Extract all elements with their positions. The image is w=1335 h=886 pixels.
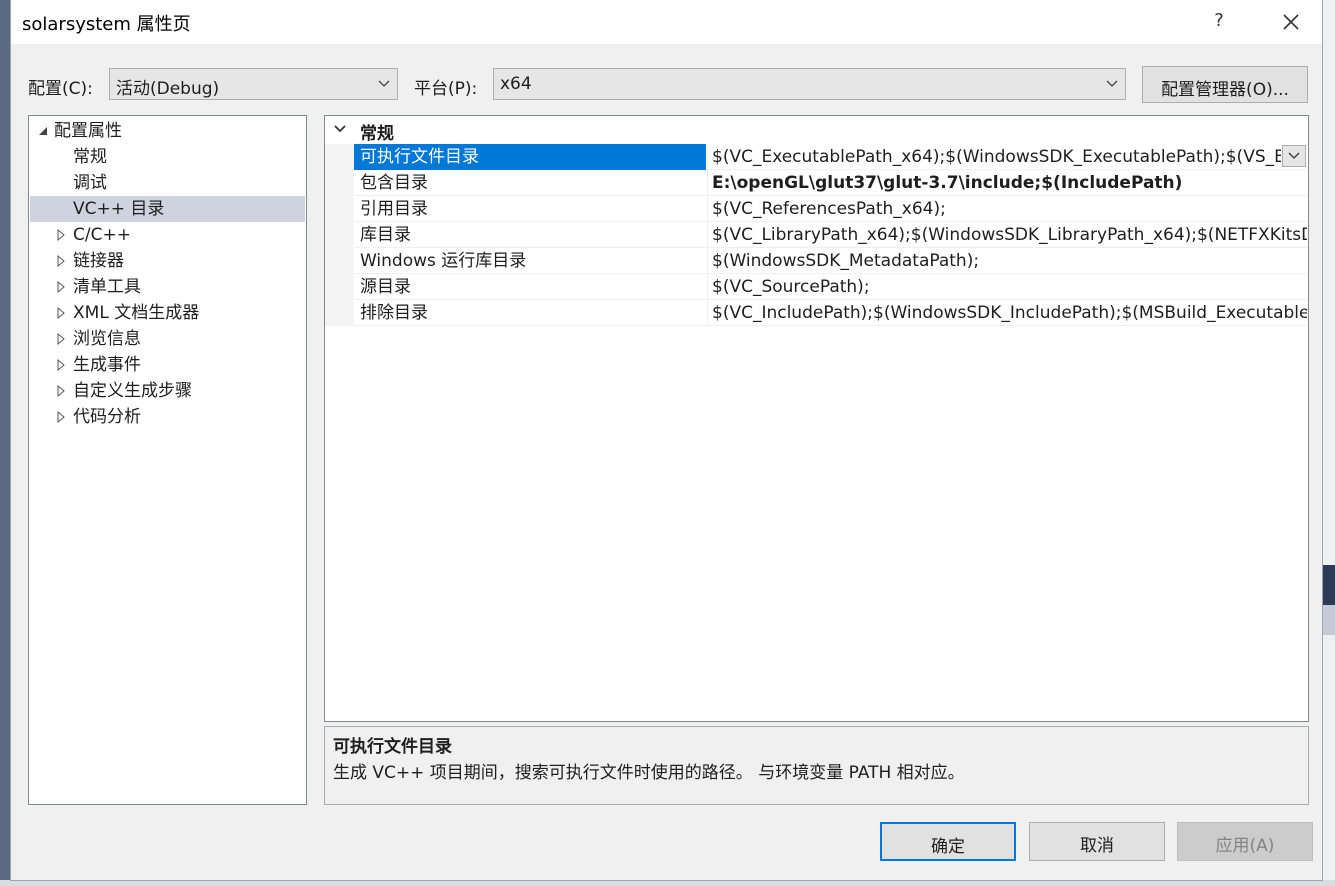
collapse-triangle-icon <box>39 127 47 135</box>
config-select-value: 活动(Debug) <box>116 79 220 99</box>
property-row: 包含目录 E:\openGL\glut37\glut-3.7\include;$… <box>325 170 1308 196</box>
property-row: 源目录 $(VC_SourcePath); <box>325 274 1308 300</box>
property-group-title: 常规 <box>360 124 394 144</box>
property-value[interactable]: $(VC_IncludePath);$(WindowsSDK_IncludePa… <box>707 300 1307 326</box>
property-name[interactable]: 引用目录 <box>354 196 706 222</box>
platform-select-value: x64 <box>500 74 532 94</box>
apply-button[interactable]: 应用(A) <box>1177 822 1313 861</box>
property-name[interactable]: Windows 运行库目录 <box>354 248 706 274</box>
description-text: 生成 VC++ 项目期间，搜索可执行文件时使用的路径。 与环境变量 PATH 相… <box>333 763 965 783</box>
property-row: 引用目录 $(VC_ReferencesPath_x64); <box>325 196 1308 222</box>
property-name[interactable]: 包含目录 <box>354 170 706 196</box>
property-name[interactable]: 可执行文件目录 <box>354 144 706 170</box>
background-window-edge-bottom <box>0 880 1335 886</box>
tree-item-label: 自定义生成步骤 <box>73 381 192 401</box>
tree-item-label: 链接器 <box>73 251 124 271</box>
property-value[interactable]: $(WindowsSDK_MetadataPath); <box>707 248 1307 274</box>
expand-triangle-icon <box>57 333 65 345</box>
tree-root-label: 配置属性 <box>54 121 122 141</box>
tree-item-custom-build-step[interactable]: 自定义生成步骤 <box>29 378 306 404</box>
tree-item-code-analysis[interactable]: 代码分析 <box>29 404 306 430</box>
description-title: 可执行文件目录 <box>333 737 452 757</box>
property-name[interactable]: 排除目录 <box>354 300 706 326</box>
tree-item-debugging[interactable]: 调试 <box>29 170 306 196</box>
close-button[interactable] <box>1275 6 1307 38</box>
background-window-edge <box>1322 0 1335 886</box>
apply-button-label: 应用(A) <box>1215 836 1275 856</box>
close-icon <box>1283 14 1299 30</box>
property-row: 库目录 $(VC_LibraryPath_x64);$(WindowsSDK_L… <box>325 222 1308 248</box>
ok-button-label: 确定 <box>931 837 965 857</box>
chevron-down-icon <box>378 80 390 87</box>
expand-triangle-icon <box>57 411 65 423</box>
property-name[interactable]: 源目录 <box>354 274 706 300</box>
property-value[interactable]: $(VC_LibraryPath_x64);$(WindowsSDK_Libra… <box>707 222 1307 248</box>
tree-item-build-events[interactable]: 生成事件 <box>29 352 306 378</box>
platform-label: 平台(P): <box>414 79 478 99</box>
property-tree: 配置属性 常规 调试 VC++ 目录 C/C++ 链接器 清单工具 XML 文档… <box>28 115 307 805</box>
tree-item-label: 生成事件 <box>73 355 141 375</box>
chevron-down-icon <box>1288 152 1300 159</box>
config-manager-button-label: 配置管理器(O)... <box>1161 80 1289 100</box>
property-value[interactable]: $(VC_ReferencesPath_x64); <box>707 196 1307 222</box>
expand-triangle-icon <box>57 229 65 241</box>
expand-triangle-icon <box>57 385 65 397</box>
title-bar: solarsystem 属性页 ? <box>11 0 1322 44</box>
tree-item-general[interactable]: 常规 <box>29 144 306 170</box>
help-button[interactable]: ? <box>1207 10 1231 34</box>
tree-item-label: 浏览信息 <box>73 329 141 349</box>
expand-triangle-icon <box>57 281 65 293</box>
tree-item-label: 常规 <box>73 147 107 167</box>
property-row: Windows 运行库目录 $(WindowsSDK_MetadataPath)… <box>325 248 1308 274</box>
tree-item-label: C/C++ <box>73 225 131 245</box>
expand-triangle-icon <box>57 307 65 319</box>
property-group-header[interactable]: 常规 <box>325 116 1308 144</box>
tree-item-label: 代码分析 <box>73 407 141 427</box>
config-label: 配置(C): <box>28 79 93 99</box>
tree-item-manifest-tool[interactable]: 清单工具 <box>29 274 306 300</box>
chevron-down-icon <box>334 125 346 133</box>
property-name[interactable]: 库目录 <box>354 222 706 248</box>
property-value[interactable]: E:\openGL\glut37\glut-3.7\include;$(Incl… <box>707 170 1307 196</box>
tree-item-c-cpp[interactable]: C/C++ <box>29 222 306 248</box>
expand-triangle-icon <box>57 255 65 267</box>
tree-item-browse-info[interactable]: 浏览信息 <box>29 326 306 352</box>
config-manager-button[interactable]: 配置管理器(O)... <box>1142 66 1308 103</box>
tree-item-label: 调试 <box>73 173 107 193</box>
property-row: 排除目录 $(VC_IncludePath);$(WindowsSDK_Incl… <box>325 300 1308 326</box>
property-value[interactable]: $(VC_ExecutablePath_x64);$(WindowsSDK_Ex… <box>707 144 1281 170</box>
tree-item-label: XML 文档生成器 <box>73 303 200 323</box>
window-title: solarsystem 属性页 <box>22 14 191 35</box>
tree-root-config-properties[interactable]: 配置属性 <box>29 118 306 144</box>
platform-select[interactable]: x64 <box>493 68 1126 100</box>
cancel-button-label: 取消 <box>1080 836 1114 856</box>
property-pages-dialog: solarsystem 属性页 ? 配置(C): 活动(Debug) 平台(P)… <box>11 0 1322 880</box>
tree-item-label: 清单工具 <box>73 277 141 297</box>
chevron-down-icon <box>1106 80 1118 87</box>
tree-item-linker[interactable]: 链接器 <box>29 248 306 274</box>
property-grid: 常规 可执行文件目录 $(VC_ExecutablePath_x64);$(Wi… <box>324 115 1309 722</box>
tree-item-label: VC++ 目录 <box>73 199 165 219</box>
property-value-dropdown[interactable] <box>1282 145 1306 167</box>
description-panel: 可执行文件目录 生成 VC++ 项目期间，搜索可执行文件时使用的路径。 与环境变… <box>324 726 1309 805</box>
config-select[interactable]: 活动(Debug) <box>109 68 398 100</box>
cancel-button[interactable]: 取消 <box>1029 822 1165 861</box>
property-row: 可执行文件目录 $(VC_ExecutablePath_x64);$(Windo… <box>325 144 1308 170</box>
tree-item-vc-directories[interactable]: VC++ 目录 <box>30 196 305 222</box>
expand-triangle-icon <box>57 359 65 371</box>
property-value[interactable]: $(VC_SourcePath); <box>707 274 1307 300</box>
ok-button[interactable]: 确定 <box>880 822 1016 861</box>
tree-item-xml-doc-generator[interactable]: XML 文档生成器 <box>29 300 306 326</box>
